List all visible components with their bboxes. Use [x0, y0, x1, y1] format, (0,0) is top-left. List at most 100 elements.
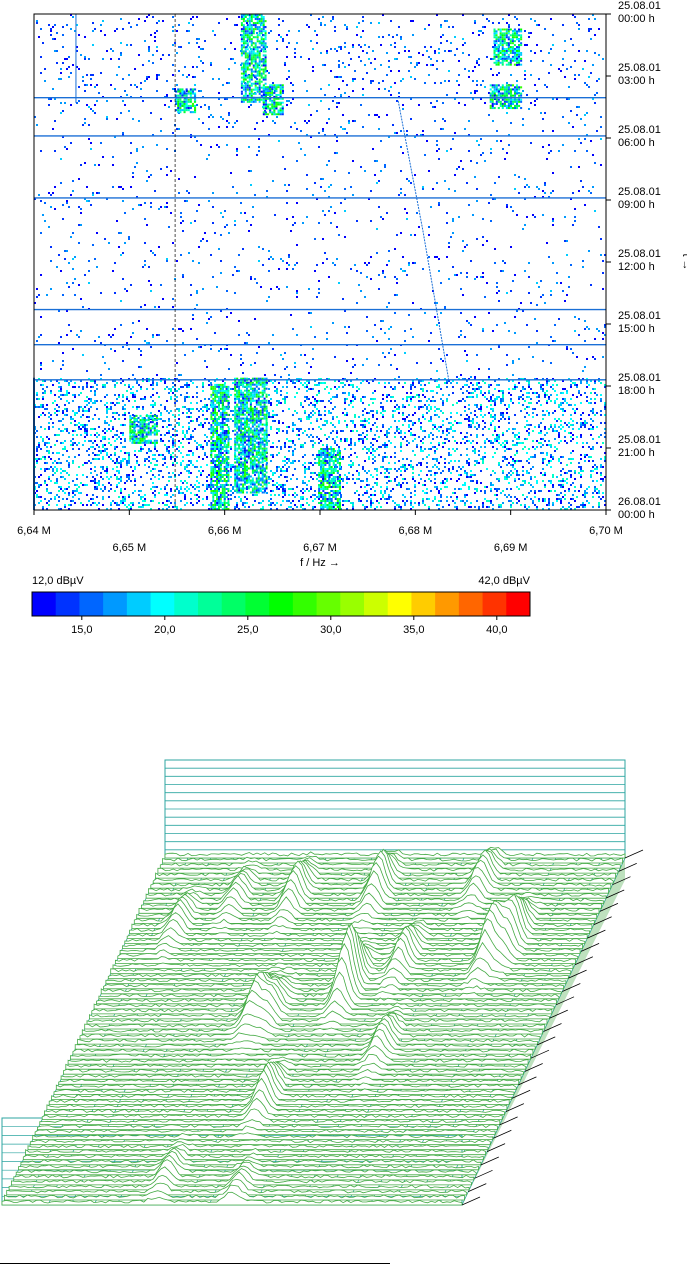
heatmap-cell — [66, 428, 68, 430]
heatmap-cell — [460, 288, 462, 290]
heatmap-cell — [458, 422, 460, 424]
heatmap-cell — [494, 428, 496, 430]
heatmap-cell — [74, 386, 76, 388]
heatmap-cell — [314, 238, 316, 240]
heatmap-cell — [206, 476, 208, 478]
heatmap-cell — [380, 328, 382, 330]
heatmap-cell — [218, 92, 220, 94]
heatmap-cell — [248, 170, 250, 172]
heatmap-cell — [242, 248, 244, 250]
heatmap-cell — [152, 54, 154, 56]
heatmap-cell — [572, 450, 574, 452]
heatmap-cell — [416, 62, 418, 64]
heatmap-cell — [64, 428, 66, 430]
heatmap-cell — [590, 38, 592, 40]
heatmap-cell — [188, 30, 190, 32]
heatmap-cell — [166, 340, 168, 342]
heatmap-cell — [370, 452, 372, 454]
heatmap-cell — [96, 408, 98, 410]
heatmap-cell — [166, 260, 168, 262]
heatmap-cell — [36, 340, 38, 342]
heatmap-cell — [468, 150, 470, 152]
heatmap-cell — [574, 74, 576, 76]
heatmap-cell — [552, 474, 554, 476]
heatmap-cell — [44, 444, 46, 446]
heatmap-cell — [492, 416, 494, 418]
heatmap-cell — [476, 442, 478, 444]
heatmap-cell — [528, 108, 530, 110]
heatmap-cell — [454, 450, 456, 452]
heatmap-cell — [306, 216, 308, 218]
heatmap-cell — [318, 222, 320, 224]
heatmap-cell — [602, 288, 604, 290]
heatmap-cell — [502, 412, 504, 414]
heatmap-cell — [458, 74, 460, 76]
heatmap-cell — [52, 38, 54, 40]
heatmap-cell — [410, 386, 412, 388]
heatmap-cell — [460, 160, 462, 162]
heatmap-cell — [308, 312, 310, 314]
heatmap-cell — [96, 400, 98, 402]
heatmap-cell — [150, 470, 152, 472]
heatmap-cell — [516, 18, 518, 20]
heatmap-cell — [284, 368, 286, 370]
heatmap-cell — [534, 20, 536, 22]
heatmap-cell — [306, 122, 308, 124]
heatmap-cell — [600, 164, 602, 166]
heatmap-cell — [68, 382, 70, 384]
heatmap-cell — [552, 388, 554, 390]
heatmap-cell — [602, 272, 604, 274]
heatmap-cell — [456, 422, 458, 424]
heatmap-cell — [534, 408, 536, 410]
heatmap-cell — [504, 158, 506, 160]
heatmap-cell — [482, 26, 484, 28]
heatmap-cell — [336, 50, 338, 52]
heatmap-cell — [528, 292, 530, 294]
heatmap-cell — [308, 480, 310, 482]
heatmap-cell — [250, 276, 252, 278]
heatmap-cell — [226, 126, 228, 128]
heatmap-cell — [484, 442, 486, 444]
heatmap-cell — [522, 480, 524, 482]
heatmap-cell — [430, 416, 432, 418]
heatmap-cell — [84, 118, 86, 120]
heatmap-cell — [50, 206, 52, 208]
heatmap-cell — [518, 432, 520, 434]
heatmap-cell — [322, 424, 324, 426]
heatmap-cell — [98, 446, 100, 448]
heatmap-cell — [284, 464, 286, 466]
heatmap-cell — [160, 404, 162, 406]
heatmap-cell — [448, 26, 450, 28]
heatmap-cell — [208, 398, 210, 400]
heatmap-cell — [270, 460, 272, 462]
heatmap-cell — [498, 22, 500, 24]
heatmap-cell — [180, 394, 182, 396]
heatmap-cell — [286, 468, 288, 470]
heatmap-cell — [302, 456, 304, 458]
heatmap-cell — [110, 444, 112, 446]
heatmap-cell — [394, 276, 396, 278]
heatmap-cell — [418, 226, 420, 228]
heatmap-cell — [526, 412, 528, 414]
heatmap-cell — [90, 398, 92, 400]
heatmap-cell — [450, 478, 452, 480]
heatmap-cell — [84, 122, 86, 124]
heatmap-cell — [174, 402, 176, 404]
heatmap-cell — [418, 462, 420, 464]
heatmap-cell — [150, 284, 152, 286]
heatmap-cell — [418, 406, 420, 408]
heatmap-cell — [570, 476, 572, 478]
heatmap-cell — [136, 162, 138, 164]
heatmap-cell — [54, 400, 56, 402]
heatmap-cell — [588, 328, 590, 330]
heatmap-cell — [196, 476, 198, 478]
heatmap-cell — [310, 472, 312, 474]
heatmap-cell — [514, 468, 516, 470]
heatmap-cell — [164, 408, 166, 410]
heatmap-cell — [494, 44, 496, 46]
heatmap-cell — [128, 478, 130, 480]
heatmap-cell — [452, 232, 454, 234]
heatmap-cell — [586, 400, 588, 402]
heatmap-cell — [272, 472, 274, 474]
heatmap-cell — [94, 340, 96, 342]
